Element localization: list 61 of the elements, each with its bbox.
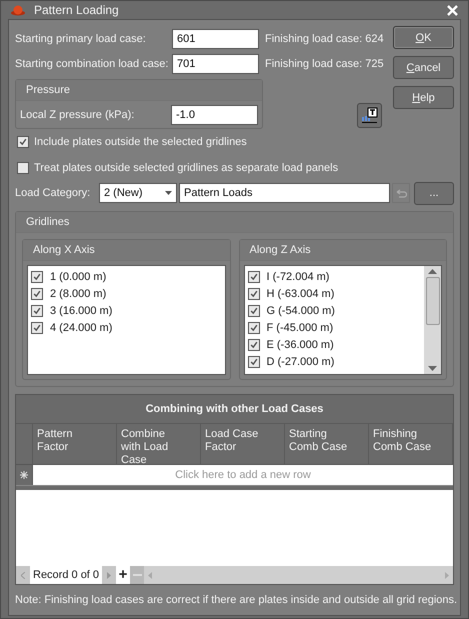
column-header[interactable]: Pattern Factor [33,424,117,464]
new-row-hint[interactable]: Click here to add a new row [33,465,453,485]
input-field[interactable]: 701 [172,54,259,74]
input-field[interactable]: -1.0 [171,104,258,124]
gridline-label: 4 (24.000 m) [50,322,112,334]
gridline-label: G (-54.000 m) [266,304,335,316]
record-counter: Record 0 of 0 [30,566,102,584]
grid-title: Combining with other Load Cases [146,403,324,415]
checkbox[interactable] [248,304,260,316]
checkbox[interactable] [31,322,43,334]
chart-text-icon[interactable] [357,103,382,128]
new-row-icon [20,471,28,479]
checkbox-label: Include plates outside the selected gridlines [34,136,247,148]
note-text: Note: Finishing load cases are correct if there are plates inside and outside all grid regions. [15,594,458,606]
checkbox[interactable] [248,356,260,368]
checkbox[interactable] [248,338,260,350]
field-label: Starting combination load case: [15,58,170,70]
group-title: Along Z Axis [250,244,311,256]
checkbox[interactable] [248,288,260,300]
checkbox-label: Treat plates outside selected gridlines as separate load panels [34,162,338,174]
column-header[interactable]: Combine with Load Case [117,424,201,464]
checkbox[interactable] [31,288,43,300]
gridline-label: F (-45.000 m) [266,322,334,334]
column-header[interactable]: Load Case Factor [201,424,285,464]
checkbox[interactable] [248,322,260,334]
scroll-up-icon[interactable] [428,269,437,274]
field-label: Starting primary load case: [15,32,147,44]
app-logo-icon [10,4,26,16]
scroll-down-icon[interactable] [428,366,437,371]
dialog-button[interactable]: Help [393,86,454,109]
checkbox[interactable] [17,162,29,174]
gridline-label: H (-63.004 m) [266,288,334,300]
input-field[interactable]: 601 [172,28,259,48]
gridline-label: 1 (0.000 m) [50,270,106,282]
group-title: Along X Axis [33,244,95,256]
finishing-note: Finishing load case: 725 [265,58,384,70]
gridline-label: 2 (8.000 m) [50,288,106,300]
browse-button[interactable]: ... [414,182,454,204]
add-button[interactable]: + [116,566,130,584]
category-name-field[interactable]: Pattern Loads [179,183,390,203]
group-title: Gridlines [26,216,70,228]
dropdown-arrow-icon[interactable] [165,191,172,195]
checkbox[interactable] [31,270,43,282]
dialog-button[interactable]: Cancel [393,56,454,79]
gridline-label: E (-36.000 m) [266,338,334,350]
gridline-label: D (-27.000 m) [266,356,334,368]
field-label: Local Z pressure (kPa): [20,108,136,120]
checkbox[interactable] [248,270,260,282]
finishing-note: Finishing load case: 624 [265,32,384,44]
gridline-label: 3 (16.000 m) [50,304,112,316]
column-header[interactable]: Finishing Comb Case [369,424,453,464]
scrollbar[interactable] [424,266,441,374]
gridline-label: I (-72.004 m) [266,270,330,282]
checkbox[interactable] [31,304,43,316]
category-dropdown[interactable]: 2 (New) [99,183,177,203]
window-title: Pattern Loading [34,3,120,17]
column-header[interactable]: Starting Comb Case [285,424,369,464]
checkbox[interactable] [17,136,29,148]
field-label: Load Category: [15,187,92,199]
dialog-button[interactable]: OK [393,26,454,49]
group-title: Pressure [26,84,70,96]
